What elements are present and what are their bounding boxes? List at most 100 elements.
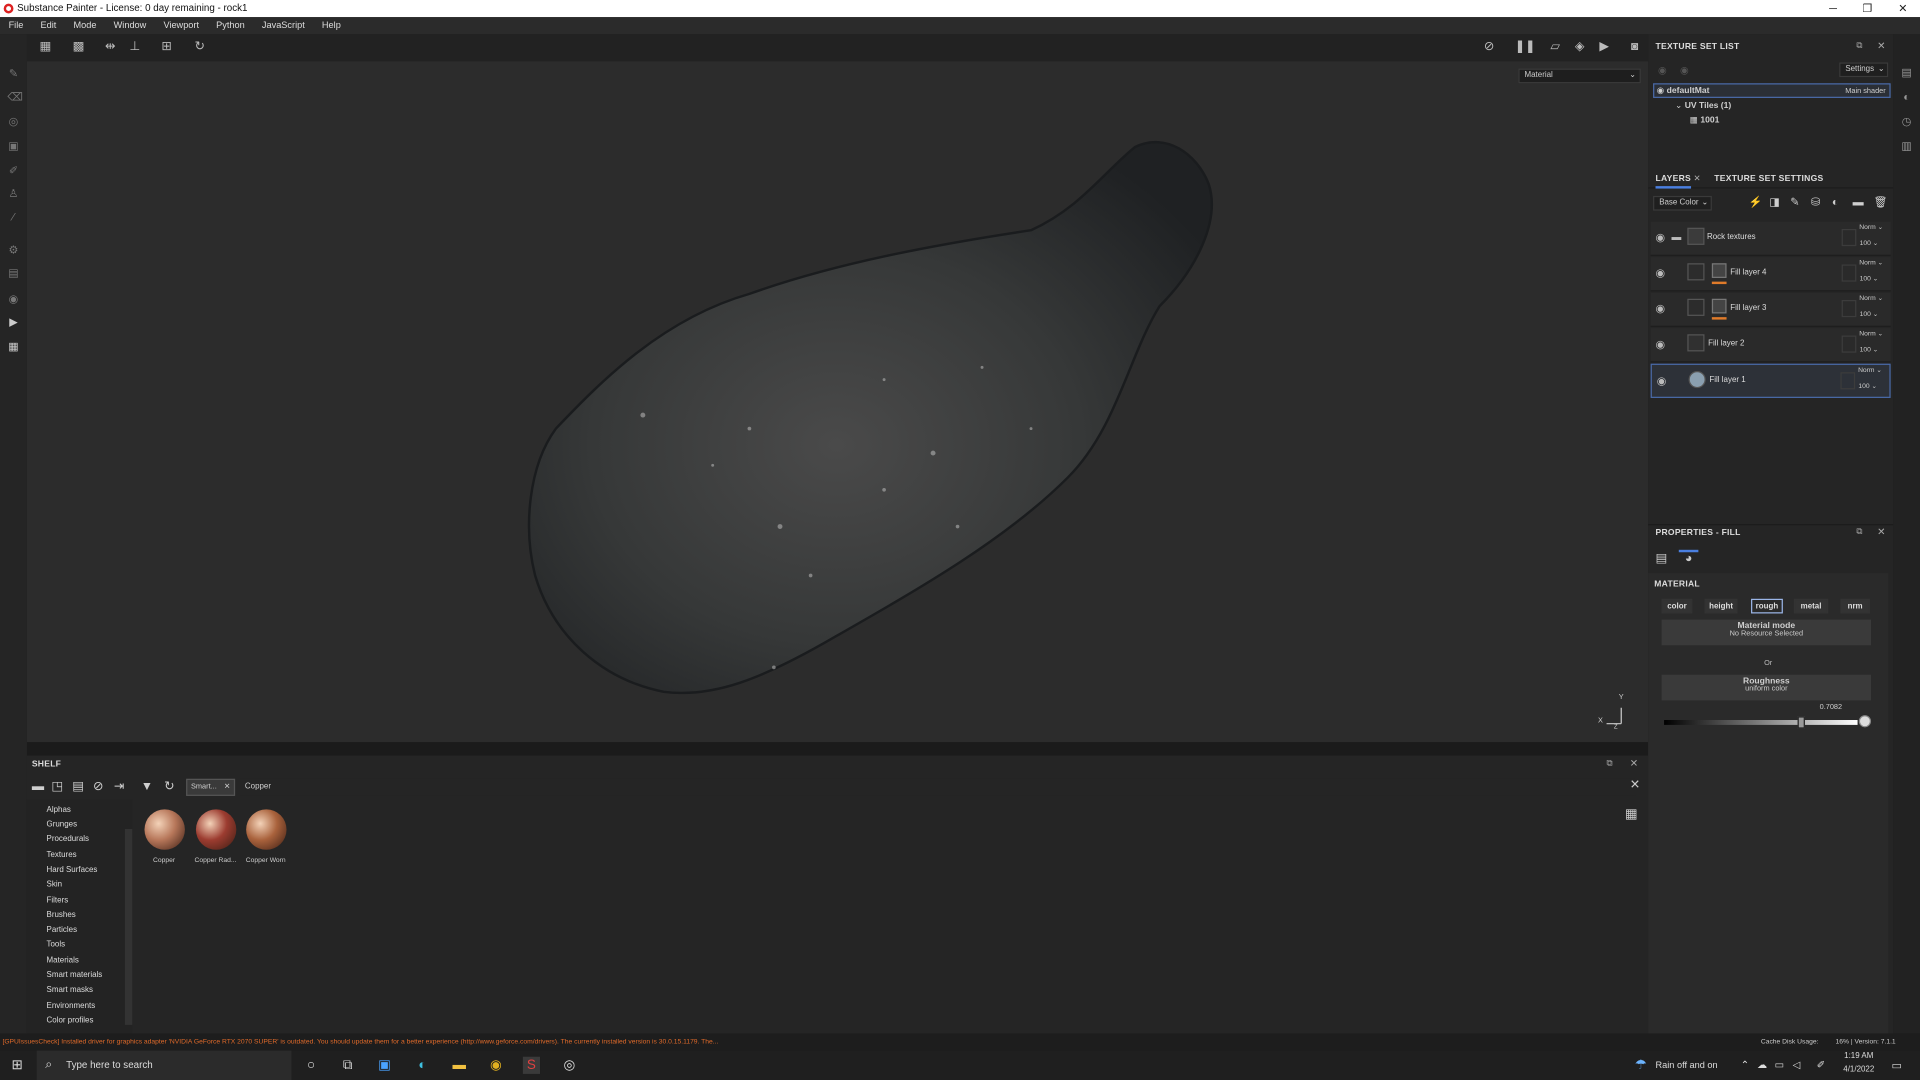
display-icon[interactable]: ▭	[1771, 1057, 1788, 1074]
slider-handle[interactable]	[1797, 716, 1805, 729]
channel-color-button[interactable]: color	[1661, 598, 1693, 614]
menu-file[interactable]: File	[0, 17, 32, 34]
history-icon[interactable]: ↻	[192, 40, 207, 55]
render-icon[interactable]: ◉	[7, 293, 19, 305]
geometry-fill-icon[interactable]: ▣	[7, 140, 19, 152]
category-alphas[interactable]: Alphas	[47, 806, 71, 815]
category-materials[interactable]: Materials	[47, 956, 79, 965]
layer-fill-3[interactable]: ◉ Fill layer 3 Norm ⌄ 100 ⌄	[1650, 292, 1891, 327]
add-folder-icon[interactable]: ▬	[1853, 196, 1864, 208]
category-tools[interactable]: Tools	[47, 940, 66, 949]
filter-icon[interactable]: ▼	[141, 780, 153, 793]
dense-grid-icon[interactable]: ▩	[71, 40, 86, 55]
layer-fill-2[interactable]: ◉ Fill layer 2 Norm ⌄ 100 ⌄	[1650, 328, 1891, 363]
blend-mode-dropdown[interactable]: Norm ⌄	[1858, 367, 1882, 374]
menu-python[interactable]: Python	[208, 17, 254, 34]
material-mode-slot[interactable]: Material mode No Resource Selected	[1661, 619, 1872, 646]
undock-icon[interactable]: ⧉	[1856, 42, 1862, 52]
cortana-icon[interactable]: ○	[302, 1057, 319, 1074]
uv-tiles-row[interactable]: ⌄ UV Tiles (1)	[1675, 99, 1913, 114]
category-smart-masks[interactable]: Smart masks	[47, 986, 93, 995]
opacity-value[interactable]: 100 ⌄	[1860, 347, 1879, 354]
layer-fill-1[interactable]: ◉ Fill layer 1 Norm ⌄ 100 ⌄	[1650, 363, 1891, 398]
task-view-icon[interactable]: ⧉	[339, 1057, 356, 1074]
undock-icon[interactable]: ⧉	[1856, 528, 1862, 538]
remove-filter-icon[interactable]: ✕	[224, 780, 230, 795]
eye-icon[interactable]: ◉	[1680, 65, 1689, 76]
channel-rough-button[interactable]: rough	[1751, 598, 1783, 614]
menu-mode[interactable]: Mode	[65, 17, 105, 34]
color-picker-icon[interactable]: ⁄	[7, 211, 19, 223]
screenshot-icon[interactable]: ◙	[1627, 40, 1642, 55]
pen-icon[interactable]: ✐	[1812, 1057, 1829, 1074]
status-message[interactable]: [GPUIssuesCheck] Installed driver for gr…	[2, 1033, 1692, 1050]
layer-fill-4[interactable]: ◉ Fill layer 4 Norm ⌄ 100 ⌄	[1650, 257, 1891, 292]
weather-label[interactable]: Rain off and on	[1656, 1057, 1718, 1074]
2d-view-icon[interactable]: ▱	[1548, 40, 1563, 55]
opacity-value[interactable]: 100 ⌄	[1860, 276, 1879, 283]
add-effect-icon[interactable]: ◐	[1832, 196, 1839, 208]
grid-view-icon[interactable]: ▦	[1625, 806, 1638, 822]
folder-icon[interactable]: ▬	[32, 780, 44, 793]
edge-icon[interactable]: ◐	[414, 1057, 431, 1074]
clock-date[interactable]: 4/1/2022	[1834, 1065, 1883, 1074]
category-brushes[interactable]: Brushes	[47, 911, 76, 920]
add-frame-icon[interactable]: ⊞	[159, 40, 174, 55]
eraser-icon[interactable]: ⌫	[7, 91, 23, 103]
symmetry-y-icon[interactable]: ⊥	[127, 40, 142, 55]
category-grunges[interactable]: Grunges	[47, 820, 78, 829]
texture-set-dock-icon[interactable]: ◐	[1900, 91, 1912, 103]
eye-icon[interactable]: ◉	[1656, 267, 1668, 279]
eye-icon[interactable]: ◉	[1657, 375, 1669, 387]
close-panel-icon[interactable]: ✕	[1630, 758, 1638, 769]
category-textures[interactable]: Textures	[47, 851, 77, 860]
new-item-icon[interactable]: ◳	[51, 780, 63, 793]
grid-view-icon[interactable]: ▦	[38, 40, 53, 55]
material-sphere-icon[interactable]: ◕	[1678, 549, 1699, 570]
blend-mode-dropdown[interactable]: Norm ⌄	[1859, 295, 1883, 302]
add-fill-layer-icon[interactable]: ⛁	[1811, 196, 1820, 209]
settings-dropdown[interactable]: Settings ⌄	[1839, 62, 1889, 78]
texture-set-defaultmat[interactable]: ◉ defaultMat Main shader	[1653, 83, 1891, 98]
category-filters[interactable]: Filters	[47, 896, 69, 905]
viewer-settings-icon[interactable]: ▦	[7, 340, 19, 352]
channel-metal-button[interactable]: metal	[1793, 598, 1829, 614]
roughness-slot[interactable]: Roughness uniform color	[1661, 674, 1872, 701]
close-tab-icon[interactable]: ✕	[1693, 174, 1700, 184]
category-procedurals[interactable]: Procedurals	[47, 835, 89, 844]
category-scrollbar[interactable]	[124, 828, 133, 1025]
blend-mode-dropdown[interactable]: Norm ⌄	[1859, 260, 1883, 267]
roughness-value[interactable]: 0.7082	[1820, 704, 1842, 711]
3d-viewport[interactable]: Material ⌄ Y X Z	[26, 61, 1649, 743]
add-paint-layer-icon[interactable]: ✎	[1790, 196, 1799, 209]
opacity-value[interactable]: 100 ⌄	[1860, 311, 1879, 318]
layer-rock-textures[interactable]: ◉ ▬ Rock textures Norm ⌄ 100 ⌄	[1650, 221, 1891, 256]
symmetry-x-icon[interactable]: ⇹	[103, 40, 118, 55]
blend-mode-dropdown[interactable]: Norm ⌄	[1859, 224, 1883, 231]
chrome-icon[interactable]: ◉	[487, 1057, 504, 1074]
maximize-button[interactable]: ❐	[1850, 0, 1884, 17]
chevron-up-icon[interactable]: ⌃	[1736, 1057, 1753, 1074]
3d-view-icon[interactable]: ◈	[1572, 40, 1587, 55]
clock-time[interactable]: 1:19 AM	[1837, 1052, 1881, 1061]
substance-painter-taskbar-icon[interactable]: S	[522, 1056, 541, 1074]
windows-start-icon[interactable]: ⊞	[9, 1057, 26, 1074]
display-settings-icon[interactable]: ▶	[7, 316, 19, 328]
color-picker-icon[interactable]	[1858, 715, 1872, 728]
opacity-value[interactable]: 100 ⌄	[1860, 240, 1879, 247]
minimize-button[interactable]: ─	[1816, 0, 1850, 17]
channel-nrm-button[interactable]: nrm	[1840, 598, 1870, 614]
undock-icon[interactable]: ⧉	[1607, 759, 1613, 769]
bake-icon[interactable]: ▤	[7, 267, 19, 279]
category-smart-materials[interactable]: Smart materials	[47, 971, 103, 980]
blend-mode-dropdown[interactable]: Norm ⌄	[1859, 331, 1883, 338]
roughness-slider[interactable]	[1664, 716, 1858, 729]
tab-texture-set-settings[interactable]: TEXTURE SET SETTINGS	[1714, 175, 1823, 184]
fill-properties-icon[interactable]: ▤	[1656, 552, 1668, 565]
shelf-search-input[interactable]: Copper	[240, 778, 1636, 796]
network-icon[interactable]: ☁	[1753, 1057, 1770, 1074]
filter-tag[interactable]: Smart... ✕	[186, 778, 236, 796]
menu-javascript[interactable]: JavaScript	[253, 17, 313, 34]
projection-icon[interactable]: ◎	[7, 115, 19, 127]
eye-off-icon[interactable]: ◉	[1658, 65, 1667, 76]
